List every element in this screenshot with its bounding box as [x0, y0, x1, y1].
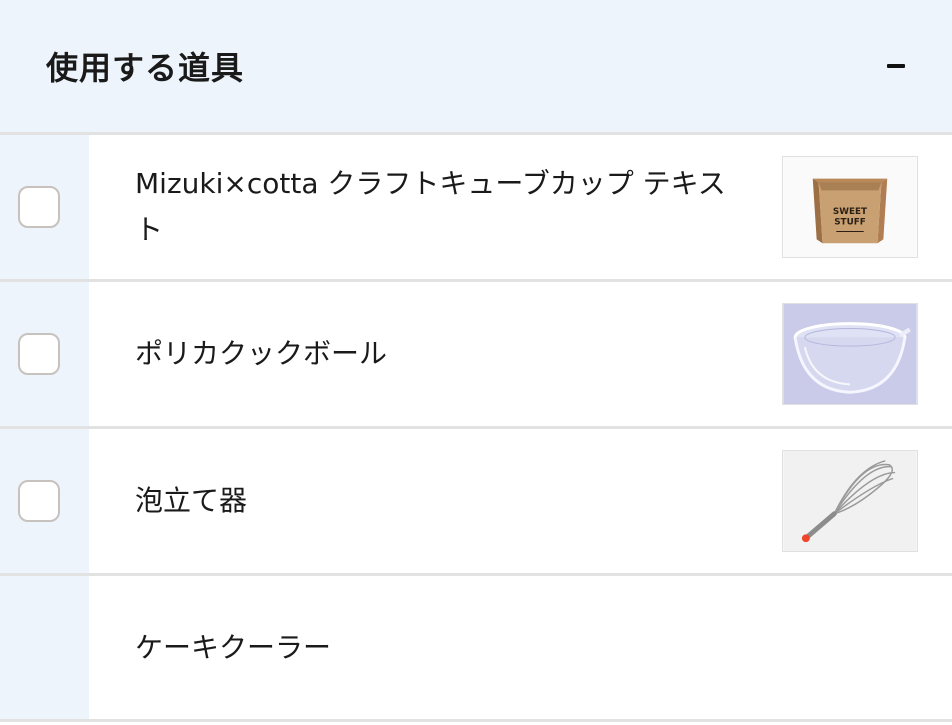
item-name: ポリカクックボール — [135, 337, 388, 370]
list-item: ポリカクックボール — [0, 282, 952, 429]
list-item: ケーキクーラー — [0, 576, 952, 722]
tools-section-header[interactable]: 使用する道具 — [0, 0, 952, 135]
thumbnail-cell — [782, 429, 952, 573]
section-title: 使用する道具 — [46, 49, 245, 87]
checkbox-cell — [0, 429, 89, 573]
tools-panel: 使用する道具 Mizuki×cotta クラフトキューブカップ テキスト SWE… — [0, 0, 952, 725]
whisk-image[interactable] — [782, 450, 918, 552]
item-checkbox[interactable] — [17, 333, 60, 375]
item-checkbox[interactable] — [17, 186, 60, 228]
checkbox-cell — [0, 282, 89, 426]
tools-list: Mizuki×cotta クラフトキューブカップ テキスト SWEET STUF… — [0, 135, 952, 722]
thumbnail-cell — [782, 282, 952, 426]
item-name: 泡立て器 — [135, 484, 248, 517]
mixing-bowl-image[interactable] — [782, 303, 918, 405]
item-name: ケーキクーラー — [135, 630, 332, 664]
checkbox-cell — [0, 576, 89, 719]
item-checkbox[interactable] — [17, 480, 60, 522]
minus-icon[interactable] — [884, 54, 908, 78]
craft-cube-cup-image[interactable]: SWEET STUFF — [782, 156, 918, 258]
checkbox-cell — [0, 135, 89, 279]
cup-print-line1: SWEET — [833, 207, 867, 217]
list-item: Mizuki×cotta クラフトキューブカップ テキスト SWEET STUF… — [0, 135, 952, 282]
thumbnail-cell — [782, 576, 952, 719]
list-item: 泡立て器 — [0, 429, 952, 576]
thumbnail-cell: SWEET STUFF — [782, 135, 952, 279]
cup-print-line2: STUFF — [834, 218, 866, 228]
item-name: Mizuki×cotta クラフトキューブカップ テキスト — [135, 167, 726, 246]
